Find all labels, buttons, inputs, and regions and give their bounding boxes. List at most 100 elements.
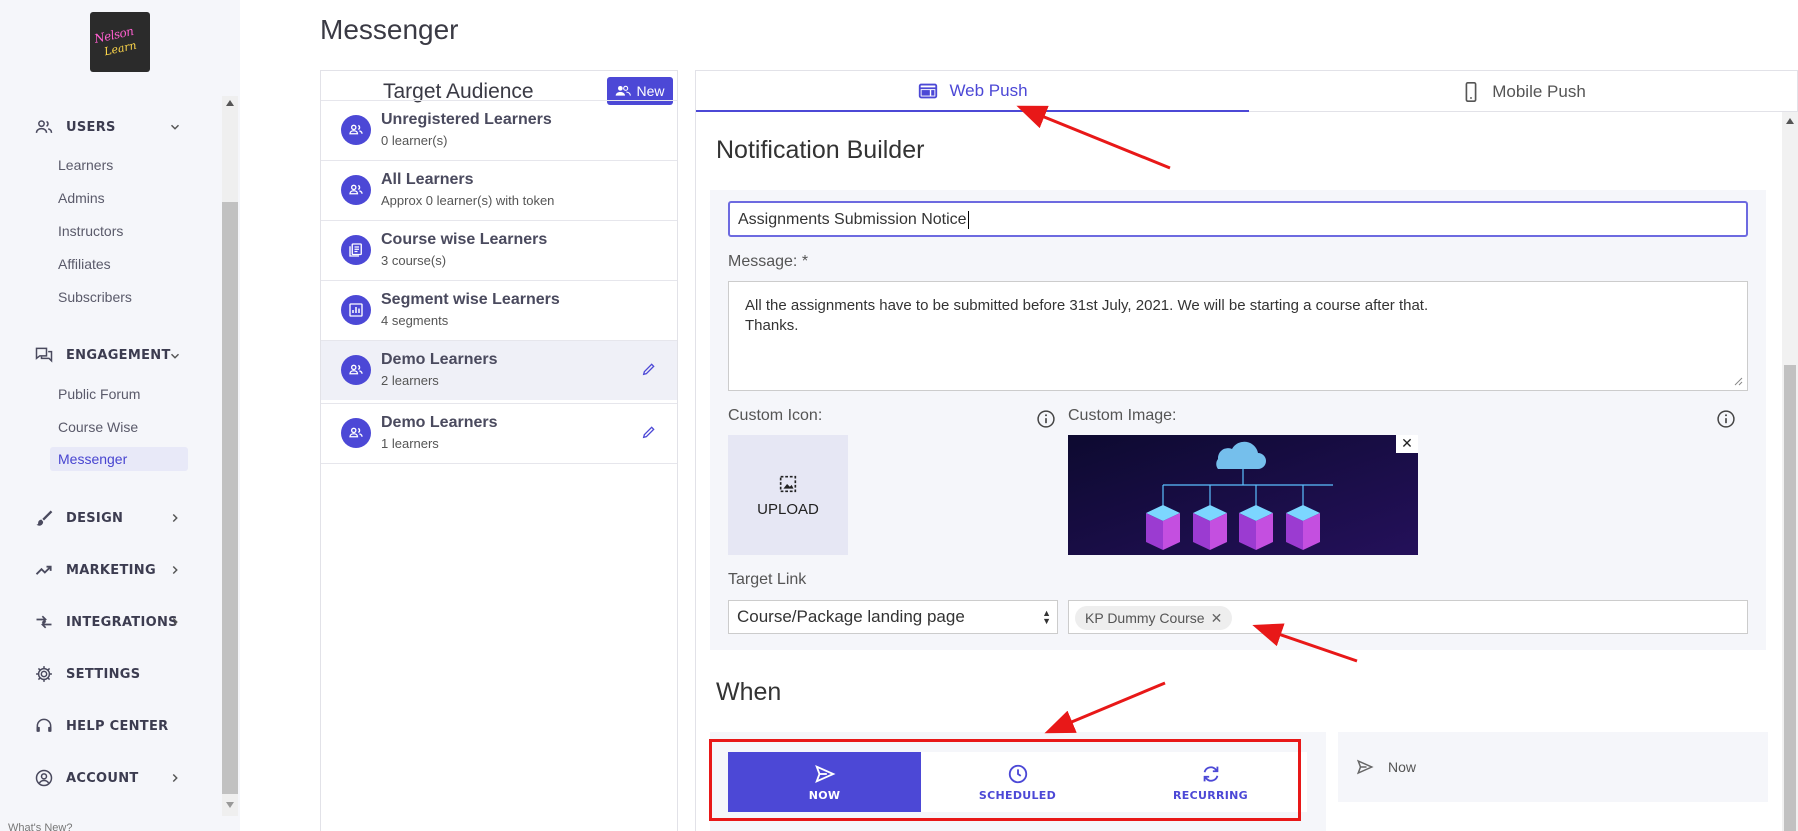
sidebar-scroll-thumb[interactable] <box>222 202 238 794</box>
message-textarea[interactable]: All the assignments have to be submitted… <box>728 281 1748 391</box>
sidebar-item-admins[interactable]: Admins <box>58 190 105 206</box>
tab-web-push[interactable]: Web Push <box>696 71 1249 112</box>
group-icon <box>341 418 371 448</box>
audience-count: 4 segments <box>381 313 449 328</box>
library-books-icon <box>341 235 371 265</box>
audience-name: Demo Learners <box>381 414 498 431</box>
sidebar-item-course-wise[interactable]: Course Wise <box>58 419 138 435</box>
select-value: Course/Package landing page <box>737 607 965 626</box>
sidebar-section-help-center[interactable]: HELP CENTER <box>34 716 168 736</box>
audience-name: Segment wise Learners <box>381 291 560 308</box>
cloud-server-illustration <box>1068 435 1418 555</box>
sidebar-section-label: HELP CENTER <box>66 718 169 734</box>
audience-item-segment-wise[interactable]: Segment wise Learners 4 segments <box>321 280 677 340</box>
custom-icon-label: Custom Icon: <box>728 407 823 424</box>
remove-image-close-icon[interactable]: ✕ <box>1396 435 1418 453</box>
chevron-right-icon[interactable] <box>168 771 182 785</box>
sidebar-section-design[interactable]: DESIGN <box>34 508 123 528</box>
brand-logo[interactable]: Nelson Learn <box>90 12 150 72</box>
notification-title-input[interactable]: Assignments Submission Notice <box>728 201 1748 237</box>
sidebar-item-instructors[interactable]: Instructors <box>58 223 123 239</box>
account-circle-icon <box>35 769 53 787</box>
message-line: Thanks. <box>745 317 799 334</box>
custom-image-label: Custom Image: <box>1068 407 1177 424</box>
target-course-tag-input[interactable]: KP Dummy Course ✕ <box>1068 600 1748 634</box>
text-caret <box>967 211 969 229</box>
chevron-down-icon[interactable] <box>168 120 182 134</box>
chevron-right-icon[interactable] <box>168 511 182 525</box>
resize-handle-icon[interactable] <box>1733 376 1743 386</box>
group-add-icon <box>616 85 632 96</box>
edit-pencil-icon[interactable] <box>641 361 657 377</box>
sidebar-section-marketing[interactable]: MARKETING <box>34 560 156 580</box>
schedule-summary: Now <box>1338 732 1768 802</box>
notification-builder-title: Notification Builder <box>716 136 925 164</box>
sidebar-item-subscribers[interactable]: Subscribers <box>58 289 132 305</box>
message-line: All the assignments have to be submitted… <box>745 297 1429 314</box>
audience-name: All Learners <box>381 171 474 188</box>
headset-icon <box>36 718 52 732</box>
sidebar-section-label: ENGAGEMENT <box>66 347 171 363</box>
sidebar-item-affiliates[interactable]: Affiliates <box>58 256 111 272</box>
chevron-right-icon[interactable] <box>168 563 182 577</box>
group-icon <box>341 115 371 145</box>
when-section-title: When <box>716 678 782 706</box>
group-icon <box>341 355 371 385</box>
audience-count: Approx 0 learner(s) with token <box>381 193 555 208</box>
send-icon <box>1356 759 1374 775</box>
scroll-up-arrow-icon[interactable] <box>1786 118 1794 124</box>
audience-item-course-wise[interactable]: Course wise Learners 3 course(s) <box>321 220 677 280</box>
target-audience-panel: Target Audience New Unregistered Learner… <box>320 70 678 831</box>
whats-new-link[interactable]: What's New? <box>8 822 72 831</box>
sidebar-section-settings[interactable]: SETTINGS <box>34 664 140 684</box>
compare-arrows-icon <box>36 615 52 629</box>
audience-item-demo-learners[interactable]: Demo Learners 1 learners <box>321 403 677 463</box>
sidebar-item-learners[interactable]: Learners <box>58 157 113 173</box>
sidebar-item-messenger[interactable]: Messenger <box>50 447 188 471</box>
select-arrows-icon: ▲ ▼ <box>1042 608 1051 626</box>
info-icon[interactable] <box>1716 409 1736 429</box>
users-icon <box>35 120 53 133</box>
image-upload-icon <box>779 475 797 492</box>
sidebar-section-engagement[interactable]: ENGAGEMENT <box>34 345 171 365</box>
audience-count: 0 learner(s) <box>381 133 448 148</box>
schedule-summary-text: Now <box>1388 759 1417 775</box>
audience-item-all-learners[interactable]: All Learners Approx 0 learner(s) with to… <box>321 160 677 220</box>
upload-icon-button[interactable]: UPLOAD <box>728 435 848 555</box>
tab-label: Web Push <box>949 80 1028 100</box>
sidebar-section-label: MARKETING <box>66 562 156 578</box>
forum-icon <box>35 347 53 363</box>
audience-item-demo-learners-selected[interactable]: Demo Learners 2 learners <box>321 340 677 400</box>
annotation-highlight-box <box>709 739 1301 821</box>
chevron-down-icon[interactable] <box>168 349 182 363</box>
custom-image-preview: ✕ <box>1068 435 1418 555</box>
new-button-label: New <box>636 83 665 99</box>
sidebar-section-label: ACCOUNT <box>66 770 139 786</box>
audience-count: 2 learners <box>381 373 439 388</box>
sidebar-section-account[interactable]: ACCOUNT <box>34 768 139 788</box>
edit-pencil-icon[interactable] <box>641 424 657 440</box>
target-link-select[interactable]: Course/Package landing page ▲ ▼ <box>728 600 1058 634</box>
sidebar-section-label: DESIGN <box>66 510 124 526</box>
scroll-up-arrow-icon[interactable] <box>226 100 234 106</box>
content-scroll-thumb[interactable] <box>1784 365 1796 831</box>
smartphone-icon <box>1465 81 1477 102</box>
sidebar-section-integrations[interactable]: INTEGRATIONS <box>34 612 178 632</box>
target-link-label: Target Link <box>728 571 807 588</box>
sidebar-section-label: SETTINGS <box>66 666 141 682</box>
sidebar-item-public-forum[interactable]: Public Forum <box>58 386 140 402</box>
title-input-value: Assignments Submission Notice <box>738 211 967 229</box>
tab-mobile-push[interactable]: Mobile Push <box>1249 71 1797 112</box>
audience-item-unregistered[interactable]: Unregistered Learners 0 learner(s) <box>321 100 677 160</box>
scroll-down-arrow-icon[interactable] <box>226 802 234 808</box>
tag-label: KP Dummy Course <box>1085 610 1205 626</box>
sidebar-section-users[interactable]: USERS <box>34 117 116 137</box>
notification-builder-form <box>710 190 1766 650</box>
info-icon[interactable] <box>1036 409 1056 429</box>
web-icon <box>919 83 938 98</box>
chevron-right-icon[interactable] <box>168 615 182 629</box>
push-type-tabs: Web Push Mobile Push <box>695 70 1798 112</box>
remove-tag-close-icon[interactable]: ✕ <box>1211 610 1223 627</box>
audience-count: 3 course(s) <box>381 253 447 268</box>
audience-name: Course wise Learners <box>381 231 548 248</box>
